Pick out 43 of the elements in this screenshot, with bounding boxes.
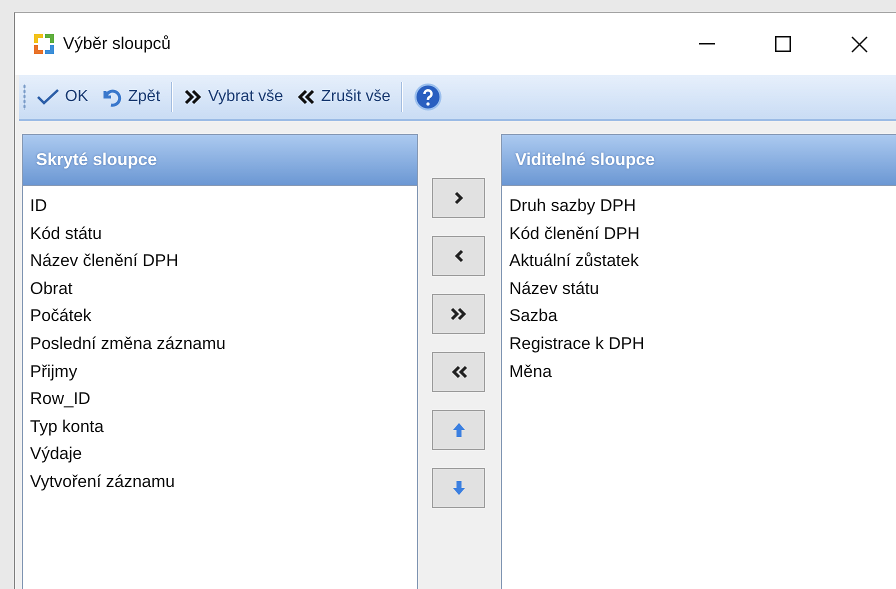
- arrow-up-icon: [452, 422, 466, 438]
- chevron-left-icon: [454, 249, 464, 263]
- toolbar-button[interactable]: Zpět: [99, 85, 164, 109]
- column-list-item[interactable]: Měna: [509, 358, 552, 386]
- chevron-right-icon: [454, 191, 464, 205]
- column-list-item[interactable]: Typ konta: [30, 412, 104, 440]
- toolbar-button[interactable]: Zrušit vše: [294, 86, 394, 108]
- minimize-icon: [699, 43, 715, 45]
- move-button[interactable]: [432, 352, 485, 392]
- checkmark-icon: [37, 89, 59, 105]
- help-icon: [414, 83, 442, 111]
- window-title: Výběr sloupců: [63, 34, 172, 54]
- column-list-item[interactable]: Poslední změna záznamu: [30, 330, 226, 358]
- double-chevron-right-icon: [184, 89, 202, 105]
- column-list-item[interactable]: Registrace k DPH: [509, 330, 644, 358]
- double-chevron-left-icon: [450, 365, 468, 379]
- panel-header: Viditelné sloupce: [502, 135, 896, 185]
- move-button[interactable]: [432, 294, 485, 334]
- arrow-down-icon: [452, 480, 466, 496]
- column-list-item[interactable]: Vytvoření záznamu: [30, 468, 175, 496]
- toolbar-button[interactable]: Vybrat vše: [181, 86, 286, 108]
- app-logo-icon: [33, 33, 55, 55]
- column-list-item[interactable]: Aktuální zůstatek: [509, 247, 639, 275]
- column-list-item[interactable]: Kód státu: [30, 220, 102, 248]
- column-list-item[interactable]: Druh sazby DPH: [509, 192, 636, 220]
- double-chevron-right-icon: [450, 307, 468, 321]
- maximize-icon: [775, 36, 791, 52]
- toolbar-grip[interactable]: [23, 84, 26, 110]
- column-list-item[interactable]: Výdaje: [30, 440, 82, 468]
- undo-icon: [102, 87, 122, 107]
- column-list-item[interactable]: Počátek: [30, 302, 92, 330]
- column-list-item[interactable]: Přijmy: [30, 358, 78, 386]
- column-list-item[interactable]: Název státu: [509, 274, 600, 302]
- close-icon: [850, 36, 868, 52]
- toolbar-button[interactable]: OK: [34, 86, 92, 108]
- column-list-item[interactable]: ID: [30, 192, 47, 220]
- column-list-item[interactable]: Row_ID: [30, 385, 90, 413]
- column-list-item[interactable]: Obrat: [30, 274, 73, 302]
- panel-header: Skryté sloupce: [23, 135, 417, 185]
- column-list-item[interactable]: Kód členění DPH: [509, 220, 640, 248]
- column-list-item[interactable]: Sazba: [509, 302, 558, 330]
- column-list-item[interactable]: Název členění DPH: [30, 247, 178, 275]
- double-chevron-left-icon: [297, 89, 316, 105]
